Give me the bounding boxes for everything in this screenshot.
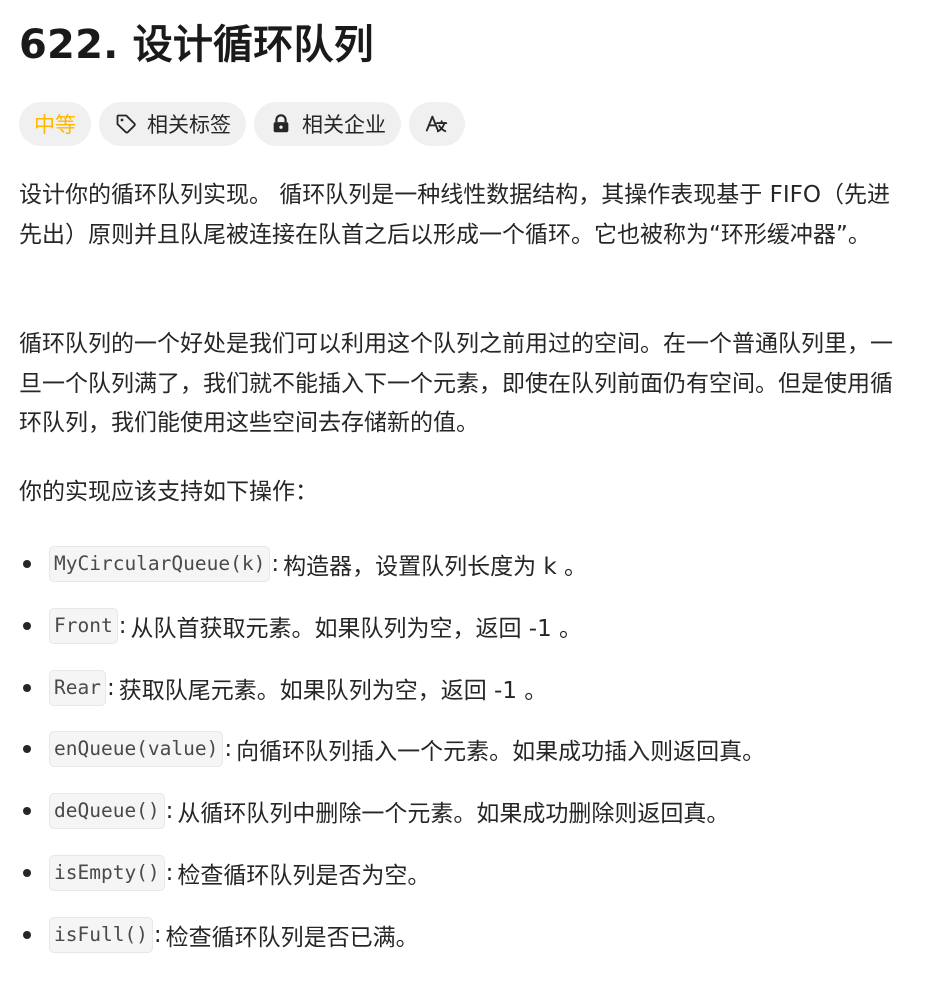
operation-item: Front : 从队首获取元素。如果队列为空，返回 -1 。 [19, 603, 899, 649]
problem-title: 622. 设计循环队列 [19, 22, 374, 68]
separator: : [224, 736, 233, 763]
difficulty-badge[interactable]: 中等 [19, 102, 91, 146]
operation-text: 检查循环队列是否已满。 [165, 924, 419, 951]
operation-item: isFull() : 检查循环队列是否已满。 [19, 912, 899, 958]
separator: : [271, 551, 280, 577]
bullet-icon [23, 930, 31, 939]
related-companies-button[interactable]: 相关企业 [254, 102, 401, 146]
bullet-icon [23, 745, 31, 754]
operation-item: enQueue(value) : 向循环队列插入一个元素。如果成功插入则返回真。 [19, 726, 899, 772]
translate-button[interactable] [409, 102, 465, 146]
problem-description-page: 622. 设计循环队列 中等 相关标签 相关企业 设计你的循环队列实现。 循环队… [0, 0, 927, 989]
bullet-icon [23, 868, 31, 877]
translate-icon [425, 112, 449, 136]
operation-item: MyCircularQueue(k) : 构造器，设置队列长度为 k 。 [19, 541, 899, 587]
operation-text: 从循环队列中删除一个元素。如果成功删除则返回真。 [177, 801, 730, 828]
operation-code: Front [49, 607, 118, 644]
operation-item: deQueue() : 从循环队列中删除一个元素。如果成功删除则返回真。 [19, 788, 899, 834]
bullet-icon [23, 807, 31, 816]
description-paragraph-1: 设计你的循环队列实现。 循环队列是一种线性数据结构，其操作表现基于 FIFO（先… [19, 182, 890, 248]
operation-code: deQueue() [49, 793, 165, 830]
tag-bar: 中等 相关标签 相关企业 [19, 102, 465, 146]
separator: : [165, 798, 174, 825]
operation-text: 从队首获取元素。如果队列为空，返回 -1 。 [130, 615, 583, 642]
operation-code: isEmpty() [49, 854, 165, 891]
separator: : [118, 612, 127, 639]
tag-icon [114, 112, 138, 136]
bullet-icon [23, 683, 31, 692]
operation-item: Rear : 获取队尾元素。如果队列为空，返回 -1 。 [19, 665, 899, 711]
difficulty-label: 中等 [34, 113, 76, 137]
operation-code: Rear [49, 669, 106, 706]
operation-text: 获取队尾元素。如果队列为空，返回 -1 。 [118, 677, 548, 704]
operation-code: MyCircularQueue(k) [49, 546, 271, 582]
operation-text: 构造器，设置队列长度为 k 。 [283, 554, 588, 580]
operation-text: 检查循环队列是否为空。 [177, 862, 431, 889]
operations-list: MyCircularQueue(k) : 构造器，设置队列长度为 k 。 Fro… [19, 541, 899, 974]
operation-code: isFull() [49, 916, 153, 953]
separator: : [153, 921, 162, 948]
related-topics-button[interactable]: 相关标签 [99, 102, 246, 146]
description-paragraph-2: 循环队列的一个好处是我们可以利用这个队列之前用过的空间。在一个普通队列里，一旦一… [19, 331, 893, 436]
separator: : [106, 674, 115, 701]
operation-code: enQueue(value) [49, 731, 224, 768]
separator: : [165, 859, 174, 886]
bullet-icon [23, 621, 31, 630]
lock-icon [269, 112, 293, 136]
operation-text: 向循环队列插入一个元素。如果成功插入则返回真。 [236, 739, 766, 766]
operation-item: isEmpty() : 检查循环队列是否为空。 [19, 850, 899, 896]
bullet-icon [23, 560, 31, 568]
related-topics-label: 相关标签 [147, 113, 231, 137]
description-paragraph-3: 你的实现应该支持如下操作： [19, 479, 318, 505]
related-companies-label: 相关企业 [302, 113, 386, 137]
